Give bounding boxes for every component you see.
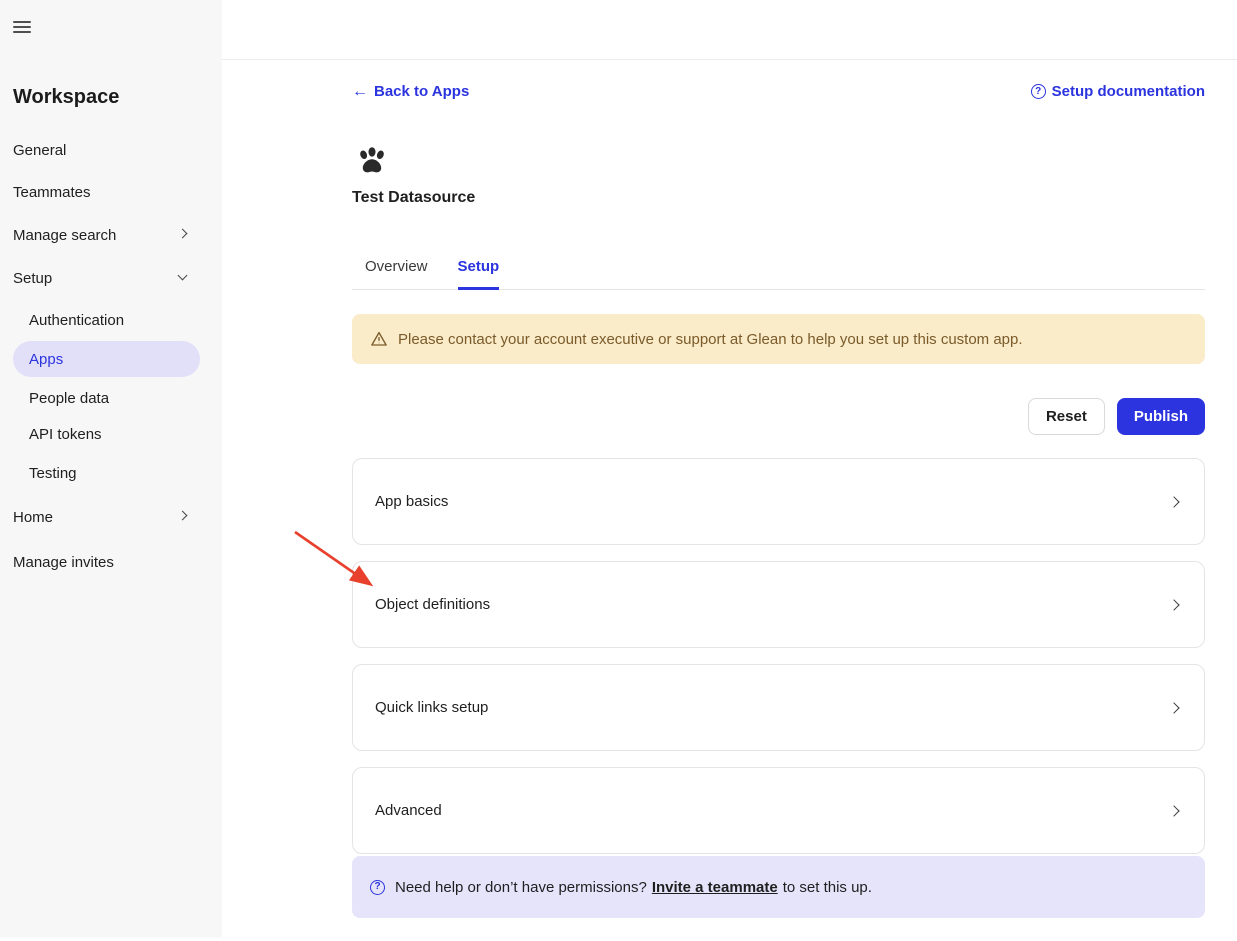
sidebar-item-label: Home bbox=[13, 509, 53, 526]
doc-link-label: Setup documentation bbox=[1052, 83, 1205, 100]
warning-triangle-icon bbox=[370, 330, 388, 348]
chevron-right-icon bbox=[1168, 496, 1179, 507]
sidebar-item-teammates[interactable]: Teammates bbox=[13, 182, 91, 202]
chevron-right-icon bbox=[1168, 599, 1179, 610]
warning-banner: Please contact your account executive or… bbox=[352, 314, 1205, 364]
chevron-right-icon bbox=[178, 511, 188, 521]
sidebar-item-api-tokens[interactable]: API tokens bbox=[29, 424, 102, 444]
sidebar-item-label: Testing bbox=[29, 465, 77, 482]
chevron-down-icon bbox=[178, 271, 188, 281]
back-to-apps-link[interactable]: ← Back to Apps bbox=[352, 83, 469, 100]
sidebar-item-setup[interactable]: Setup bbox=[13, 268, 52, 288]
back-link-label: Back to Apps bbox=[374, 83, 469, 100]
section-object-definitions[interactable]: Object definitions bbox=[352, 561, 1205, 648]
sidebar-item-label: General bbox=[13, 142, 66, 159]
hamburger-menu-icon[interactable] bbox=[13, 21, 31, 35]
sidebar-item-home[interactable]: Home bbox=[13, 507, 53, 527]
tab-overview[interactable]: Overview bbox=[365, 258, 428, 290]
reset-button[interactable]: Reset bbox=[1028, 398, 1105, 435]
action-buttons: Reset Publish bbox=[352, 398, 1205, 435]
help-circle-icon: ? bbox=[370, 880, 385, 895]
sidebar-item-apps[interactable]: Apps bbox=[13, 341, 200, 377]
invite-teammate-link[interactable]: Invite a teammate bbox=[652, 879, 778, 896]
sidebar: Workspace General Teammates Manage searc… bbox=[0, 0, 222, 937]
chevron-right-icon bbox=[1168, 702, 1179, 713]
section-app-basics[interactable]: App basics bbox=[352, 458, 1205, 545]
sidebar-item-authentication[interactable]: Authentication bbox=[29, 310, 124, 330]
sidebar-item-label: People data bbox=[29, 390, 109, 407]
tab-setup[interactable]: Setup bbox=[458, 258, 500, 290]
sidebar-item-general[interactable]: General bbox=[13, 140, 66, 160]
chevron-right-icon bbox=[1168, 805, 1179, 816]
help-text-after: to set this up. bbox=[783, 879, 872, 896]
sidebar-item-label: Teammates bbox=[13, 184, 91, 201]
section-label: Object definitions bbox=[375, 596, 490, 613]
publish-button[interactable]: Publish bbox=[1117, 398, 1205, 435]
sidebar-title: Workspace bbox=[13, 86, 119, 109]
sidebar-item-label: Manage search bbox=[13, 227, 116, 244]
sidebar-item-label: Authentication bbox=[29, 312, 124, 329]
sidebar-item-label: Manage invites bbox=[13, 554, 114, 571]
sidebar-item-testing[interactable]: Testing bbox=[29, 463, 77, 483]
sidebar-item-manage-invites[interactable]: Manage invites bbox=[13, 552, 114, 572]
section-quick-links-setup[interactable]: Quick links setup bbox=[352, 664, 1205, 751]
section-label: Advanced bbox=[375, 802, 442, 819]
sidebar-item-people-data[interactable]: People data bbox=[29, 388, 109, 408]
help-text: Need help or don’t have permissions? Invi… bbox=[395, 879, 872, 896]
warning-text: Please contact your account executive or… bbox=[398, 331, 1023, 348]
section-label: App basics bbox=[375, 493, 448, 510]
setup-documentation-link[interactable]: ? Setup documentation bbox=[1031, 83, 1205, 100]
sidebar-item-label: Apps bbox=[29, 351, 63, 368]
main-content: ← Back to Apps ? Setup documentation Tes… bbox=[352, 0, 1205, 941]
section-advanced[interactable]: Advanced bbox=[352, 767, 1205, 854]
paw-icon bbox=[354, 144, 390, 178]
tab-label: Overview bbox=[365, 258, 428, 275]
chevron-right-icon bbox=[178, 229, 188, 239]
help-banner: ? Need help or don’t have permissions? In… bbox=[352, 856, 1205, 918]
section-label: Quick links setup bbox=[375, 699, 488, 716]
sidebar-item-label: Setup bbox=[13, 270, 52, 287]
tab-bar: Overview Setup bbox=[352, 258, 1205, 290]
sidebar-item-manage-search[interactable]: Manage search bbox=[13, 225, 116, 245]
help-text-before: Need help or don’t have permissions? bbox=[395, 879, 647, 896]
page-title: Test Datasource bbox=[352, 189, 475, 207]
tab-label: Setup bbox=[458, 258, 500, 275]
back-arrow-icon: ← bbox=[352, 84, 368, 100]
help-circle-icon: ? bbox=[1031, 84, 1046, 99]
sidebar-item-label: API tokens bbox=[29, 426, 102, 443]
